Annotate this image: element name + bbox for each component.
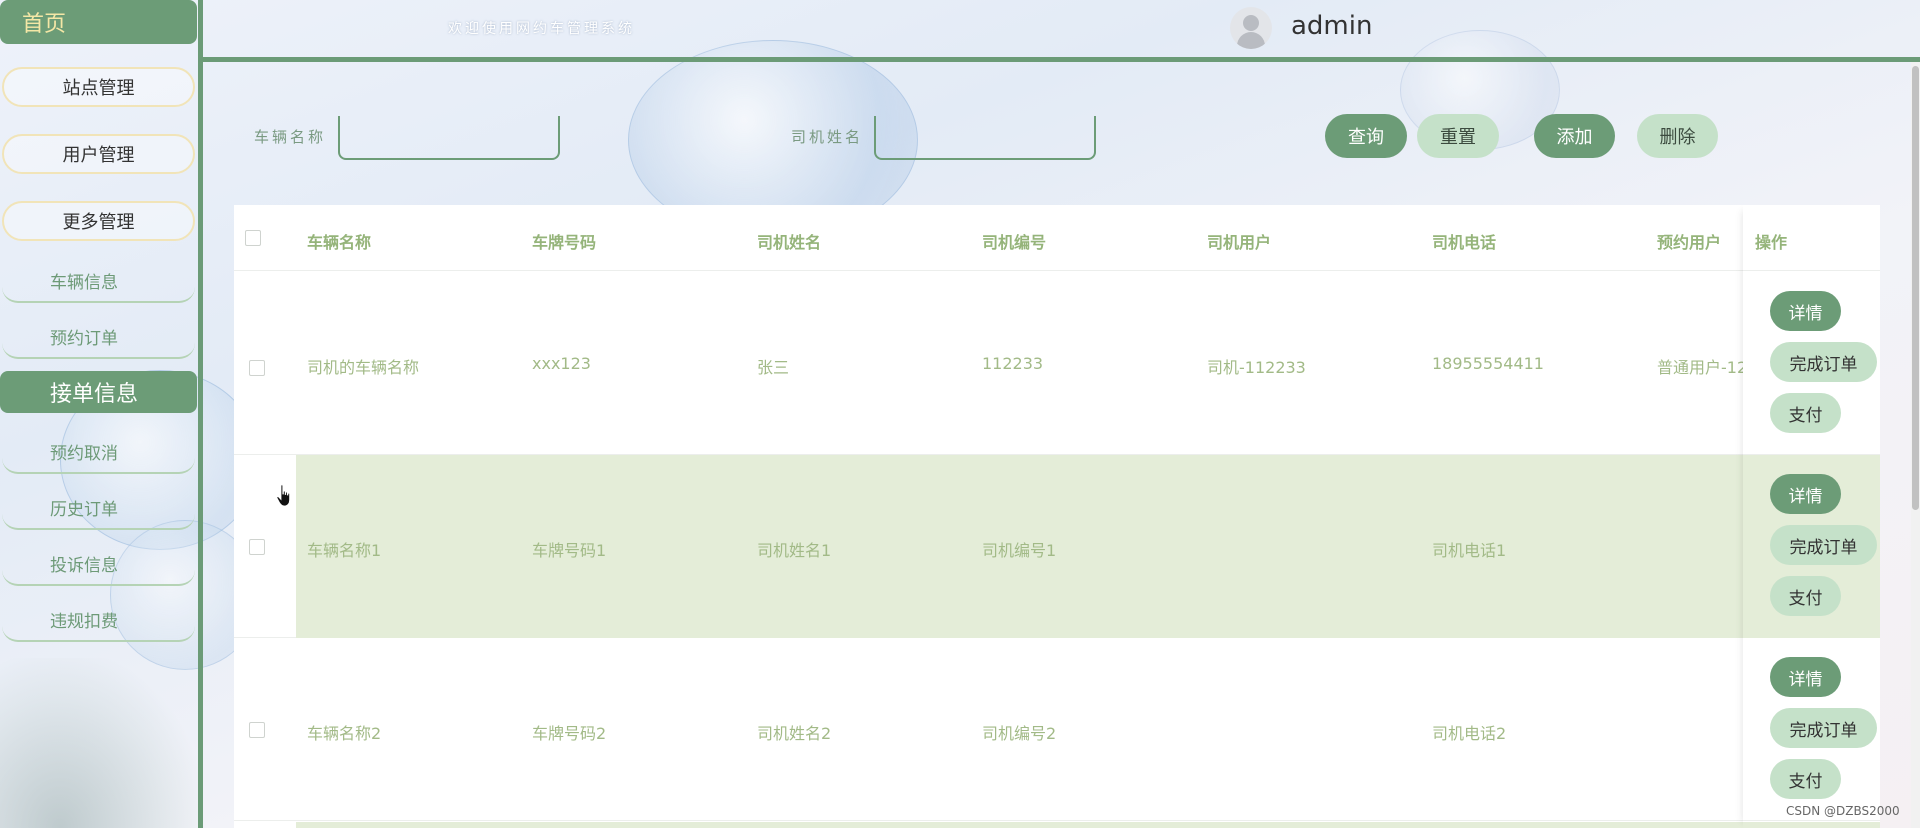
table-row: 车辆名称2 车牌号码2 司机姓名2 司机编号2 司机电话2 bbox=[234, 638, 1880, 821]
sidebar-item-complaints[interactable]: 投诉信息 bbox=[2, 542, 195, 586]
complete-order-button[interactable]: 完成订单 bbox=[1770, 708, 1877, 748]
sidebar-divider bbox=[198, 0, 203, 828]
detail-button[interactable]: 详情 bbox=[1770, 291, 1841, 331]
cell-vehicle-name: 车辆名称1 bbox=[307, 541, 382, 560]
pay-button[interactable]: 支付 bbox=[1770, 393, 1841, 433]
table-row: 司机的车辆名称 xxx123 张三 112233 司机-112233 18955… bbox=[234, 272, 1880, 455]
vehicle-name-input[interactable] bbox=[338, 116, 560, 160]
cell-vehicle-name: 司机的车辆名称 bbox=[307, 358, 420, 377]
driver-name-input[interactable] bbox=[874, 116, 1096, 160]
sidebar-item-booking-orders[interactable]: 预约订单 bbox=[2, 315, 195, 359]
row-checkbox[interactable] bbox=[249, 722, 265, 738]
column-header: 预约用户 bbox=[1657, 233, 1722, 252]
sidebar-section-order-info[interactable]: 接单信息 bbox=[0, 371, 197, 413]
row-checkbox[interactable] bbox=[249, 360, 265, 376]
vehicle-name-label: 车辆名称 bbox=[254, 128, 327, 146]
add-button[interactable]: 添加 bbox=[1534, 114, 1615, 158]
page-scrollbar-thumb[interactable] bbox=[1912, 66, 1919, 510]
column-header: 司机编号 bbox=[982, 233, 1047, 252]
cell-driver-user: 司机-112233 bbox=[1207, 358, 1306, 377]
complete-order-button[interactable]: 完成订单 bbox=[1770, 525, 1877, 565]
column-header: 车牌号码 bbox=[532, 233, 597, 252]
cell-driver-phone: 司机电话1 bbox=[1432, 541, 1507, 560]
column-header: 司机姓名 bbox=[757, 233, 822, 252]
column-header: 车辆名称 bbox=[307, 233, 372, 252]
cell-vehicle-name: 车辆名称2 bbox=[307, 724, 382, 743]
sidebar-item-violation-fees[interactable]: 违规扣费 bbox=[2, 598, 195, 642]
detail-button[interactable]: 详情 bbox=[1770, 657, 1841, 697]
column-header: 司机电话 bbox=[1432, 233, 1497, 252]
cell-driver-phone: 18955554411 bbox=[1432, 354, 1544, 373]
table-row: 车辆名称1 车牌号码1 司机姓名1 司机编号1 司机电话1 bbox=[234, 455, 1880, 638]
cell-booking-user: 普通用户-12 bbox=[1657, 358, 1743, 377]
header-divider bbox=[203, 57, 1920, 62]
sidebar-item-history-orders[interactable]: 历史订单 bbox=[2, 486, 195, 530]
cell-plate: 车牌号码1 bbox=[532, 541, 607, 560]
detail-button[interactable]: 详情 bbox=[1770, 474, 1841, 514]
data-table: 车辆名称 车牌号码 司机姓名 司机编号 司机用户 司机电话 预约用户 操作 司机… bbox=[234, 205, 1880, 828]
cell-driver-phone: 司机电话2 bbox=[1432, 724, 1507, 743]
reset-button[interactable]: 重置 bbox=[1417, 114, 1499, 158]
actions-column: 详情 完成订单 支付 详情 完成订单 支付 详情 完成订单 支付 bbox=[1743, 205, 1880, 828]
select-all-checkbox[interactable] bbox=[245, 230, 261, 246]
column-header: 司机用户 bbox=[1207, 233, 1272, 252]
cell-driver-name: 张三 bbox=[757, 358, 790, 377]
sidebar-home[interactable]: 首页 bbox=[0, 0, 197, 44]
delete-button[interactable]: 删除 bbox=[1637, 114, 1718, 158]
welcome-text: 欢迎使用网约车管理系统 bbox=[448, 21, 635, 37]
cell-driver-no: 司机编号1 bbox=[982, 541, 1057, 560]
query-button[interactable]: 查询 bbox=[1325, 114, 1407, 158]
table-row-partial bbox=[296, 822, 1880, 828]
sidebar-item-more-management[interactable]: 更多管理 bbox=[2, 201, 195, 241]
cell-driver-name: 司机姓名2 bbox=[757, 724, 832, 743]
sidebar-item-user-management[interactable]: 用户管理 bbox=[2, 134, 195, 174]
watermark: CSDN @DZBS2000 bbox=[1786, 804, 1900, 818]
cell-plate: xxx123 bbox=[532, 354, 591, 373]
username[interactable]: admin bbox=[1291, 11, 1372, 41]
user-avatar-icon[interactable] bbox=[1230, 7, 1272, 49]
row-checkbox[interactable] bbox=[249, 539, 265, 555]
driver-name-label: 司机姓名 bbox=[791, 128, 864, 146]
cell-plate: 车牌号码2 bbox=[532, 724, 607, 743]
sidebar-item-booking-cancel[interactable]: 预约取消 bbox=[2, 430, 195, 474]
complete-order-button[interactable]: 完成订单 bbox=[1770, 342, 1877, 382]
sidebar-item-vehicle-info[interactable]: 车辆信息 bbox=[2, 259, 195, 303]
pay-button[interactable]: 支付 bbox=[1770, 576, 1841, 616]
pay-button[interactable]: 支付 bbox=[1770, 759, 1841, 799]
cell-driver-no: 司机编号2 bbox=[982, 724, 1057, 743]
sidebar-item-station-management[interactable]: 站点管理 bbox=[2, 67, 195, 107]
cell-driver-no: 112233 bbox=[982, 354, 1044, 373]
table-header: 车辆名称 车牌号码 司机姓名 司机编号 司机用户 司机电话 预约用户 操作 bbox=[234, 205, 1880, 271]
hand-pointer-icon bbox=[276, 484, 290, 507]
cell-driver-name: 司机姓名1 bbox=[757, 541, 832, 560]
sidebar: 首页 站点管理 用户管理 更多管理 车辆信息 预约订单 接单信息 预约取消 历史… bbox=[0, 0, 200, 828]
